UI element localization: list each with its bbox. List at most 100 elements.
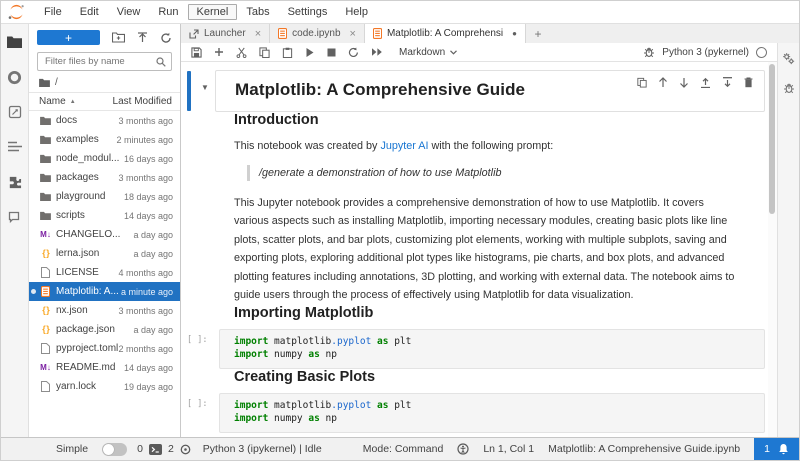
paste-icon[interactable] xyxy=(282,47,293,58)
file-row[interactable]: yarn.lock 19 days ago xyxy=(29,377,180,396)
heading-collapser-icon[interactable]: ▼ xyxy=(201,83,209,92)
file-modified: a day ago xyxy=(133,324,173,335)
kernel-name[interactable]: Python 3 (pykernel) xyxy=(662,47,749,58)
code-cell-imports-2[interactable]: [ ]: import matplotlib.pyplot as plt impo… xyxy=(181,392,765,433)
upload-icon[interactable] xyxy=(137,31,148,44)
add-cell-icon[interactable] xyxy=(214,47,224,57)
markdown-cell-creating[interactable]: Creating Basic Plots xyxy=(234,369,738,385)
stop-icon[interactable] xyxy=(327,48,336,57)
menu-settings[interactable]: Settings xyxy=(279,4,337,20)
section-heading-importing: Importing Matplotlib xyxy=(234,304,374,321)
running-kernels-icon[interactable] xyxy=(6,68,24,86)
menu-help[interactable]: Help xyxy=(336,4,377,20)
property-inspector-icon[interactable] xyxy=(782,52,795,65)
notebook-icon xyxy=(372,28,382,39)
menu-file[interactable]: File xyxy=(35,4,71,20)
insert-cell-above-icon[interactable] xyxy=(700,77,711,88)
code-editor[interactable]: import matplotlib.pyplot as plt import nu… xyxy=(219,328,765,369)
file-row[interactable]: scripts 14 days ago xyxy=(29,206,180,225)
file-row[interactable]: examples 2 minutes ago xyxy=(29,130,180,149)
new-folder-icon[interactable] xyxy=(112,32,125,43)
markdown-cell-introduction[interactable]: Introduction This notebook was created b… xyxy=(234,112,738,321)
new-tab-button[interactable]: + xyxy=(526,24,550,43)
mode-indicator[interactable]: Mode: Command xyxy=(363,443,444,455)
file-name: node_modul... xyxy=(56,153,120,164)
json-icon: { } xyxy=(42,305,49,315)
cell-selection-bar xyxy=(187,71,191,111)
chat-icon[interactable] xyxy=(6,208,24,226)
tab-code-ipynb[interactable]: code.ipynb × xyxy=(270,24,365,43)
breadcrumb[interactable]: / xyxy=(29,71,180,92)
session-counts[interactable]: 0 2 xyxy=(137,443,191,455)
move-cell-down-icon[interactable] xyxy=(679,77,689,88)
file-row[interactable]: packages 3 months ago xyxy=(29,168,180,187)
simple-mode-label: Simple xyxy=(56,443,89,455)
markdown-icon: M↓ xyxy=(40,362,51,372)
column-name[interactable]: Name ▲ xyxy=(39,96,113,107)
menu-run[interactable]: Run xyxy=(149,4,187,20)
restart-kernel-icon[interactable] xyxy=(348,46,359,58)
table-of-contents-icon[interactable] xyxy=(6,138,24,156)
insert-cell-below-icon[interactable] xyxy=(722,77,733,88)
run-all-icon[interactable] xyxy=(371,47,383,57)
column-last-modified[interactable]: Last Modified xyxy=(113,96,172,107)
file-row[interactable]: { } nx.json 3 months ago xyxy=(29,301,180,320)
file-row[interactable]: node_modul... 16 days ago xyxy=(29,149,180,168)
menu-edit[interactable]: Edit xyxy=(71,4,108,20)
status-bar: Simple 0 2 Python 3 (ipykernel) | Idle M… xyxy=(1,437,799,460)
menu-tabs[interactable]: Tabs xyxy=(237,4,278,20)
tab-matplotlib-a-comprehensi[interactable]: Matplotlib: A Comprehensi ● xyxy=(364,24,526,43)
tab-launcher[interactable]: Launcher × xyxy=(181,24,271,43)
delete-cell-icon[interactable] xyxy=(744,77,753,88)
folder-icon xyxy=(39,116,52,125)
code-editor[interactable]: import matplotlib.pyplot as plt import nu… xyxy=(219,392,765,433)
duplicate-cell-icon[interactable] xyxy=(637,77,647,88)
file-row[interactable]: pyproject.toml 2 months ago xyxy=(29,339,180,358)
cell-prompt: [ ]: xyxy=(187,398,208,409)
cell-type-dropdown[interactable]: Markdown xyxy=(399,47,458,58)
file-modified: a minute ago xyxy=(120,286,173,297)
markdown-cell-title[interactable]: ▼ Matplotlib: A Comprehensive Guide xyxy=(181,70,765,112)
git-icon[interactable] xyxy=(6,103,24,121)
simple-mode-toggle[interactable] xyxy=(102,442,128,456)
menu-view[interactable]: View xyxy=(108,4,150,20)
file-row[interactable]: Matplotlib: A... a minute ago xyxy=(29,282,180,301)
notifications-badge[interactable]: 1 xyxy=(754,438,799,460)
code-cell-imports-1[interactable]: [ ]: import matplotlib.pyplot as plt impo… xyxy=(181,328,765,369)
file-row[interactable]: M↓ README.md 14 days ago xyxy=(29,358,180,377)
file-row[interactable]: { } lerna.json a day ago xyxy=(29,244,180,263)
file-browser-icon[interactable] xyxy=(6,33,24,51)
file-row[interactable]: playground 18 days ago xyxy=(29,187,180,206)
extensions-icon[interactable] xyxy=(6,173,24,191)
save-icon[interactable] xyxy=(191,46,202,58)
file-row[interactable]: M↓ CHANGELO... a day ago xyxy=(29,225,180,244)
run-icon[interactable] xyxy=(305,47,315,58)
close-tab-icon[interactable]: × xyxy=(255,28,261,40)
cut-icon[interactable] xyxy=(236,47,247,58)
refresh-icon[interactable] xyxy=(160,32,172,44)
intro-paragraph: This notebook was created by Jupyter AI … xyxy=(234,140,554,152)
file-row[interactable]: LICENSE 4 months ago xyxy=(29,263,180,282)
file-modified: a day ago xyxy=(133,248,173,259)
cursor-position[interactable]: Ln 1, Col 1 xyxy=(483,443,534,455)
file-row[interactable]: docs 3 months ago xyxy=(29,111,180,130)
kernel-status-icon[interactable] xyxy=(756,46,767,58)
kernel-status-text[interactable]: Python 3 (ipykernel) | Idle xyxy=(203,443,322,455)
jupyter-ai-link[interactable]: Jupyter AI xyxy=(380,140,428,152)
accessibility-icon[interactable] xyxy=(457,443,469,455)
scrollbar-thumb[interactable] xyxy=(769,64,775,214)
file-name: docs xyxy=(56,115,78,126)
notebook-scrollbar[interactable] xyxy=(768,62,777,437)
new-launcher-button[interactable]: + xyxy=(37,30,100,45)
debugger-icon[interactable] xyxy=(643,46,655,58)
close-tab-icon[interactable]: × xyxy=(350,28,356,40)
file-filter-input[interactable] xyxy=(43,55,152,68)
active-filename[interactable]: Matplotlib: A Comprehensive Guide.ipynb xyxy=(548,443,740,455)
move-cell-up-icon[interactable] xyxy=(658,77,668,88)
file-icon xyxy=(39,267,52,278)
file-row[interactable]: { } package.json a day ago xyxy=(29,320,180,339)
prompt-blockquote: /generate a demonstration of how to use … xyxy=(247,164,738,181)
copy-icon[interactable] xyxy=(259,46,270,58)
debugger-panel-icon[interactable] xyxy=(783,82,795,94)
menu-kernel[interactable]: Kernel xyxy=(187,4,238,20)
